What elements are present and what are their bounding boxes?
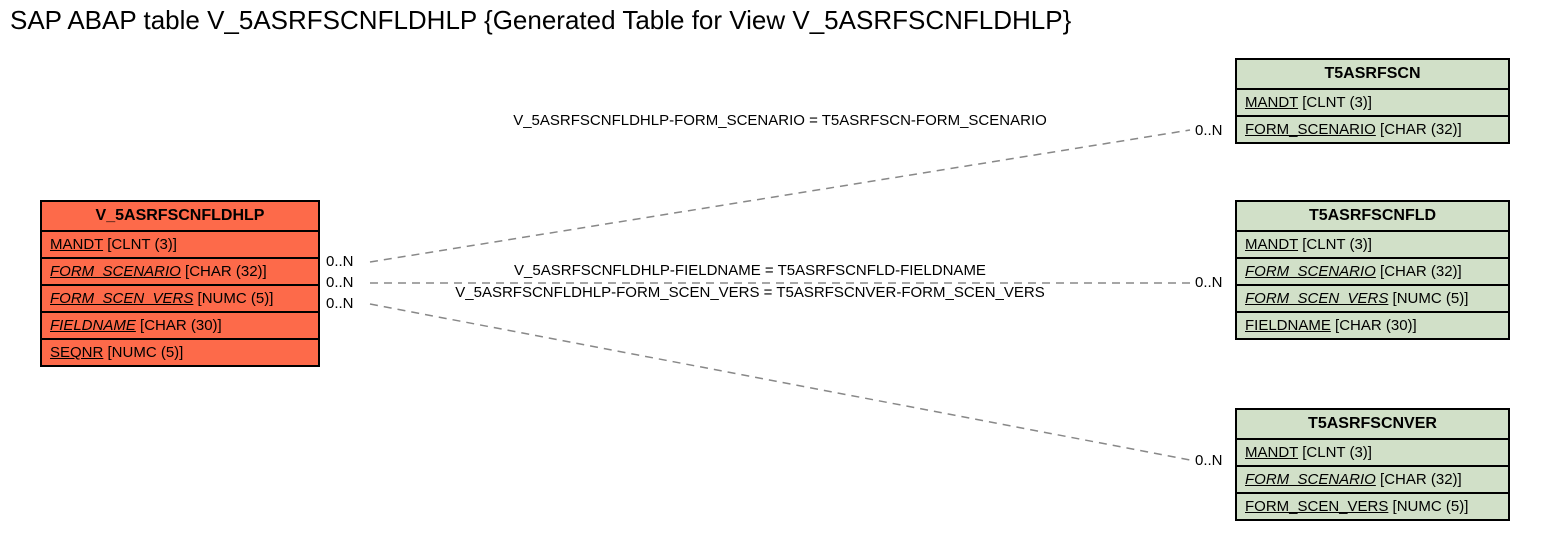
field-name: FORM_SCENARIO	[1245, 121, 1376, 138]
edge-label-1: V_5ASRFSCNFLDHLP-FORM_SCENARIO = T5ASRFS…	[410, 112, 1150, 129]
field-name: MANDT	[1245, 236, 1298, 253]
page-title: SAP ABAP table V_5ASRFSCNFLDHLP {Generat…	[10, 5, 1071, 36]
field-name: FORM_SCENARIO	[1245, 263, 1376, 280]
field-row: FIELDNAME [CHAR (30)]	[1237, 313, 1508, 338]
edge-label-2: V_5ASRFSCNFLDHLP-FIELDNAME = T5ASRFSCNFL…	[380, 262, 1120, 279]
card-left-1: 0..N	[326, 253, 354, 270]
field-row: FORM_SCENARIO [CHAR (32)]	[42, 259, 318, 286]
edge-label-3: V_5ASRFSCNFLDHLP-FORM_SCEN_VERS = T5ASRF…	[380, 284, 1120, 301]
card-right-2: 0..N	[1195, 274, 1223, 291]
field-row: MANDT [CLNT (3)]	[1237, 232, 1508, 259]
field-type: [CLNT (3)]	[107, 236, 177, 253]
field-row: FORM_SCEN_VERS [NUMC (5)]	[42, 286, 318, 313]
field-name: FORM_SCEN_VERS	[1245, 290, 1388, 307]
field-row: FORM_SCENARIO [CHAR (32)]	[1237, 117, 1508, 142]
card-left-2: 0..N	[326, 274, 354, 291]
entity-t1: T5ASRFSCN MANDT [CLNT (3)] FORM_SCENARIO…	[1235, 58, 1510, 144]
entity-t2: T5ASRFSCNFLD MANDT [CLNT (3)] FORM_SCENA…	[1235, 200, 1510, 340]
field-row: MANDT [CLNT (3)]	[1237, 440, 1508, 467]
field-type: [CLNT (3)]	[1302, 94, 1372, 111]
field-name: FIELDNAME	[1245, 317, 1331, 334]
field-type: [CHAR (30)]	[1335, 317, 1417, 334]
field-type: [CHAR (32)]	[1380, 121, 1462, 138]
entity-t1-header: T5ASRFSCN	[1237, 60, 1508, 90]
field-name: MANDT	[1245, 444, 1298, 461]
field-name: FORM_SCEN_VERS	[50, 290, 193, 307]
field-row: MANDT [CLNT (3)]	[42, 232, 318, 259]
field-row: FORM_SCENARIO [CHAR (32)]	[1237, 467, 1508, 494]
card-left-3: 0..N	[326, 295, 354, 312]
field-row: MANDT [CLNT (3)]	[1237, 90, 1508, 117]
field-type: [CHAR (30)]	[140, 317, 222, 334]
field-row: FIELDNAME [CHAR (30)]	[42, 313, 318, 340]
field-row: FORM_SCEN_VERS [NUMC (5)]	[1237, 286, 1508, 313]
field-row: FORM_SCENARIO [CHAR (32)]	[1237, 259, 1508, 286]
entity-t3: T5ASRFSCNVER MANDT [CLNT (3)] FORM_SCENA…	[1235, 408, 1510, 521]
entity-main-header: V_5ASRFSCNFLDHLP	[42, 202, 318, 232]
entity-t2-header: T5ASRFSCNFLD	[1237, 202, 1508, 232]
field-name: MANDT	[1245, 94, 1298, 111]
entity-t3-header: T5ASRFSCNVER	[1237, 410, 1508, 440]
field-type: [CHAR (32)]	[1380, 263, 1462, 280]
field-name: SEQNR	[50, 344, 103, 361]
field-row: SEQNR [NUMC (5)]	[42, 340, 318, 365]
field-type: [CHAR (32)]	[185, 263, 267, 280]
field-name: MANDT	[50, 236, 103, 253]
field-name: FIELDNAME	[50, 317, 136, 334]
card-right-1: 0..N	[1195, 122, 1223, 139]
field-type: [CLNT (3)]	[1302, 236, 1372, 253]
field-type: [NUMC (5)]	[1393, 290, 1469, 307]
field-type: [NUMC (5)]	[1393, 498, 1469, 515]
field-name: FORM_SCENARIO	[50, 263, 181, 280]
field-type: [CHAR (32)]	[1380, 471, 1462, 488]
field-name: FORM_SCENARIO	[1245, 471, 1376, 488]
entity-main: V_5ASRFSCNFLDHLP MANDT [CLNT (3)] FORM_S…	[40, 200, 320, 367]
field-name: FORM_SCEN_VERS	[1245, 498, 1388, 515]
field-row: FORM_SCEN_VERS [NUMC (5)]	[1237, 494, 1508, 519]
field-type: [NUMC (5)]	[108, 344, 184, 361]
field-type: [CLNT (3)]	[1302, 444, 1372, 461]
card-right-3: 0..N	[1195, 452, 1223, 469]
field-type: [NUMC (5)]	[198, 290, 274, 307]
